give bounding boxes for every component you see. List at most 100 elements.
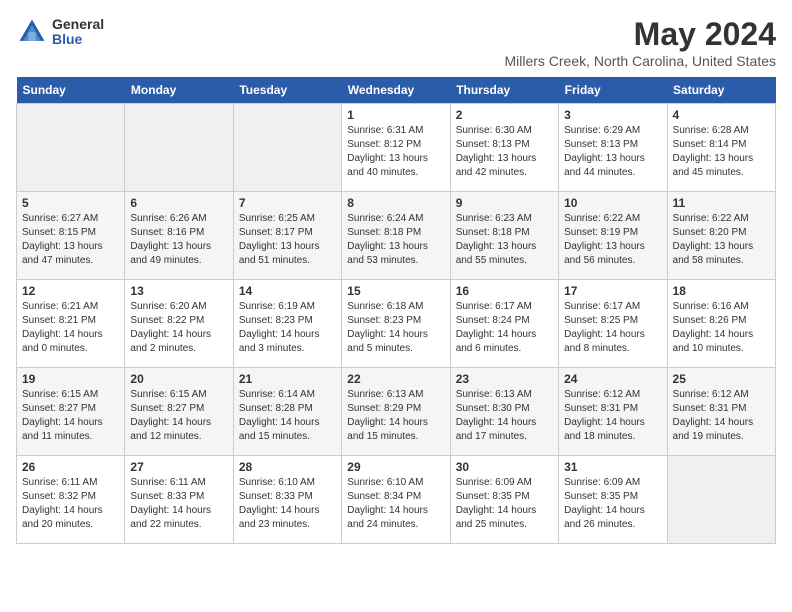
calendar-cell: 17Sunrise: 6:17 AMSunset: 8:25 PMDayligh… (559, 280, 667, 368)
sunset-text: Sunset: 8:33 PM (130, 491, 204, 502)
daylight-text: Daylight: 13 hours and 49 minutes. (130, 241, 211, 266)
daylight-text: Daylight: 14 hours and 22 minutes. (130, 505, 211, 530)
calendar-cell: 21Sunrise: 6:14 AMSunset: 8:28 PMDayligh… (233, 368, 341, 456)
calendar-cell: 15Sunrise: 6:18 AMSunset: 8:23 PMDayligh… (342, 280, 450, 368)
day-number: 21 (239, 372, 336, 386)
calendar-cell: 19Sunrise: 6:15 AMSunset: 8:27 PMDayligh… (17, 368, 125, 456)
sunset-text: Sunset: 8:21 PM (22, 315, 96, 326)
sunset-text: Sunset: 8:31 PM (673, 403, 747, 414)
sunrise-text: Sunrise: 6:09 AM (564, 477, 640, 488)
sunset-text: Sunset: 8:32 PM (22, 491, 96, 502)
sunset-text: Sunset: 8:33 PM (239, 491, 313, 502)
calendar-week-5: 26Sunrise: 6:11 AMSunset: 8:32 PMDayligh… (17, 456, 776, 544)
daylight-text: Daylight: 14 hours and 15 minutes. (239, 417, 320, 442)
day-number: 29 (347, 460, 444, 474)
sunset-text: Sunset: 8:24 PM (456, 315, 530, 326)
sunset-text: Sunset: 8:26 PM (673, 315, 747, 326)
day-info: Sunrise: 6:24 AMSunset: 8:18 PMDaylight:… (347, 212, 444, 268)
location-title: Millers Creek, North Carolina, United St… (504, 53, 776, 69)
day-number: 4 (673, 108, 770, 122)
sunrise-text: Sunrise: 6:29 AM (564, 125, 640, 136)
sunset-text: Sunset: 8:27 PM (22, 403, 96, 414)
calendar-cell (233, 104, 341, 192)
sunset-text: Sunset: 8:30 PM (456, 403, 530, 414)
calendar-cell: 23Sunrise: 6:13 AMSunset: 8:30 PMDayligh… (450, 368, 558, 456)
sunset-text: Sunset: 8:23 PM (239, 315, 313, 326)
day-number: 2 (456, 108, 553, 122)
day-number: 24 (564, 372, 661, 386)
day-number: 23 (456, 372, 553, 386)
sunrise-text: Sunrise: 6:21 AM (22, 301, 98, 312)
calendar-cell: 1Sunrise: 6:31 AMSunset: 8:12 PMDaylight… (342, 104, 450, 192)
calendar-cell: 26Sunrise: 6:11 AMSunset: 8:32 PMDayligh… (17, 456, 125, 544)
day-info: Sunrise: 6:15 AM Sunset: 8:27 PM Daylight:… (130, 388, 227, 444)
calendar-cell (17, 104, 125, 192)
calendar-cell: 27 Sunrise: 6:11 AM Sunset: 8:33 PM Dayligh… (125, 456, 233, 544)
sunrise-text: Sunrise: 6:28 AM (673, 125, 749, 136)
day-number: 11 (673, 196, 770, 210)
daylight-text: Daylight: 14 hours and 23 minutes. (239, 505, 320, 530)
logo: General Blue (16, 16, 104, 48)
daylight-text: Daylight: 14 hours and 12 minutes. (130, 417, 211, 442)
day-info: Sunrise: 6:10 AMSunset: 8:34 PMDaylight:… (347, 476, 444, 532)
sunset-text: Sunset: 8:22 PM (130, 315, 204, 326)
calendar-cell: 13Sunrise: 6:20 AMSunset: 8:22 PMDayligh… (125, 280, 233, 368)
sunset-text: Sunset: 8:15 PM (22, 227, 96, 238)
day-number: 3 (564, 108, 661, 122)
calendar-cell: 30Sunrise: 6:09 AMSunset: 8:35 PMDayligh… (450, 456, 558, 544)
day-number: 17 (564, 284, 661, 298)
sunrise-text: Sunrise: 6:26 AM (130, 213, 206, 224)
calendar-week-4: 19 Sunrise: 6:15 AM Sunset: 8:27 PM Dayligh… (17, 368, 776, 456)
sunrise-text: Sunrise: 6:30 AM (456, 125, 532, 136)
calendar-cell (125, 104, 233, 192)
title-block: May 2024 Millers Creek, North Carolina, … (504, 16, 776, 69)
day-info: Sunrise: 6:25 AMSunset: 8:17 PMDaylight:… (239, 212, 336, 268)
day-number: 9 (456, 196, 553, 210)
sunrise-text: Sunrise: 6:19 AM (239, 301, 315, 312)
day-info: Sunrise: 6:17 AMSunset: 8:24 PMDaylight:… (456, 300, 553, 356)
weekday-header-friday: Friday (559, 77, 667, 104)
calendar-cell: 31Sunrise: 6:09 AMSunset: 8:35 PMDayligh… (559, 456, 667, 544)
sunset-text: Sunset: 8:27 PM (130, 403, 204, 414)
calendar-cell: 25Sunrise: 6:12 AMSunset: 8:31 PMDayligh… (667, 368, 775, 456)
calendar-cell: 9Sunrise: 6:23 AMSunset: 8:18 PMDaylight… (450, 192, 558, 280)
day-number: 27 (130, 460, 227, 474)
day-info: Sunrise: 6:13 AMSunset: 8:29 PMDaylight:… (347, 388, 444, 444)
sunset-text: Sunset: 8:14 PM (673, 139, 747, 150)
day-info: Sunrise: 6:29 AMSunset: 8:13 PMDaylight:… (564, 124, 661, 180)
daylight-text: Daylight: 13 hours and 53 minutes. (347, 241, 428, 266)
sunrise-text: Sunrise: 6:11 AM (130, 477, 205, 488)
sunrise-text: Sunrise: 6:22 AM (564, 213, 640, 224)
calendar-week-3: 12 Sunrise: 6:21 AM Sunset: 8:21 PM Dayligh… (17, 280, 776, 368)
logo-icon (16, 16, 48, 48)
daylight-text: Daylight: 13 hours and 58 minutes. (673, 241, 754, 266)
sunset-text: Sunset: 8:13 PM (456, 139, 530, 150)
sunrise-text: Sunrise: 6:17 AM (456, 301, 532, 312)
sunset-text: Sunset: 8:23 PM (347, 315, 421, 326)
daylight-text: Daylight: 14 hours and 19 minutes. (673, 417, 754, 442)
calendar-cell (667, 456, 775, 544)
sunset-text: Sunset: 8:16 PM (130, 227, 204, 238)
daylight-text: Daylight: 14 hours and 26 minutes. (564, 505, 645, 530)
calendar-cell: 6Sunrise: 6:26 AMSunset: 8:16 PMDaylight… (125, 192, 233, 280)
sunrise-text: Sunrise: 6:15 AM (130, 389, 206, 400)
sunrise-text: Sunrise: 6:13 AM (347, 389, 423, 400)
daylight-text: Daylight: 13 hours and 47 minutes. (22, 241, 103, 266)
daylight-text: Daylight: 13 hours and 45 minutes. (673, 153, 754, 178)
sunrise-text: Sunrise: 6:15 AM (22, 389, 98, 400)
daylight-text: Daylight: 14 hours and 17 minutes. (456, 417, 537, 442)
daylight-text: Daylight: 13 hours and 42 minutes. (456, 153, 537, 178)
day-number: 5 (22, 196, 119, 210)
sunset-text: Sunset: 8:12 PM (347, 139, 421, 150)
day-number: 19 (22, 372, 119, 386)
daylight-text: Daylight: 14 hours and 8 minutes. (564, 329, 645, 354)
day-info: Sunrise: 6:15 AMSunset: 8:27 PMDaylight:… (22, 388, 119, 444)
day-info: Sunrise: 6:09 AMSunset: 8:35 PMDaylight:… (564, 476, 661, 532)
calendar-cell: 24Sunrise: 6:12 AMSunset: 8:31 PMDayligh… (559, 368, 667, 456)
day-number: 12 (22, 284, 119, 298)
sunrise-text: Sunrise: 6:20 AM (130, 301, 206, 312)
sunrise-text: Sunrise: 6:09 AM (456, 477, 532, 488)
sunrise-text: Sunrise: 6:12 AM (564, 389, 640, 400)
sunrise-text: Sunrise: 6:24 AM (347, 213, 423, 224)
day-number: 1 (347, 108, 444, 122)
